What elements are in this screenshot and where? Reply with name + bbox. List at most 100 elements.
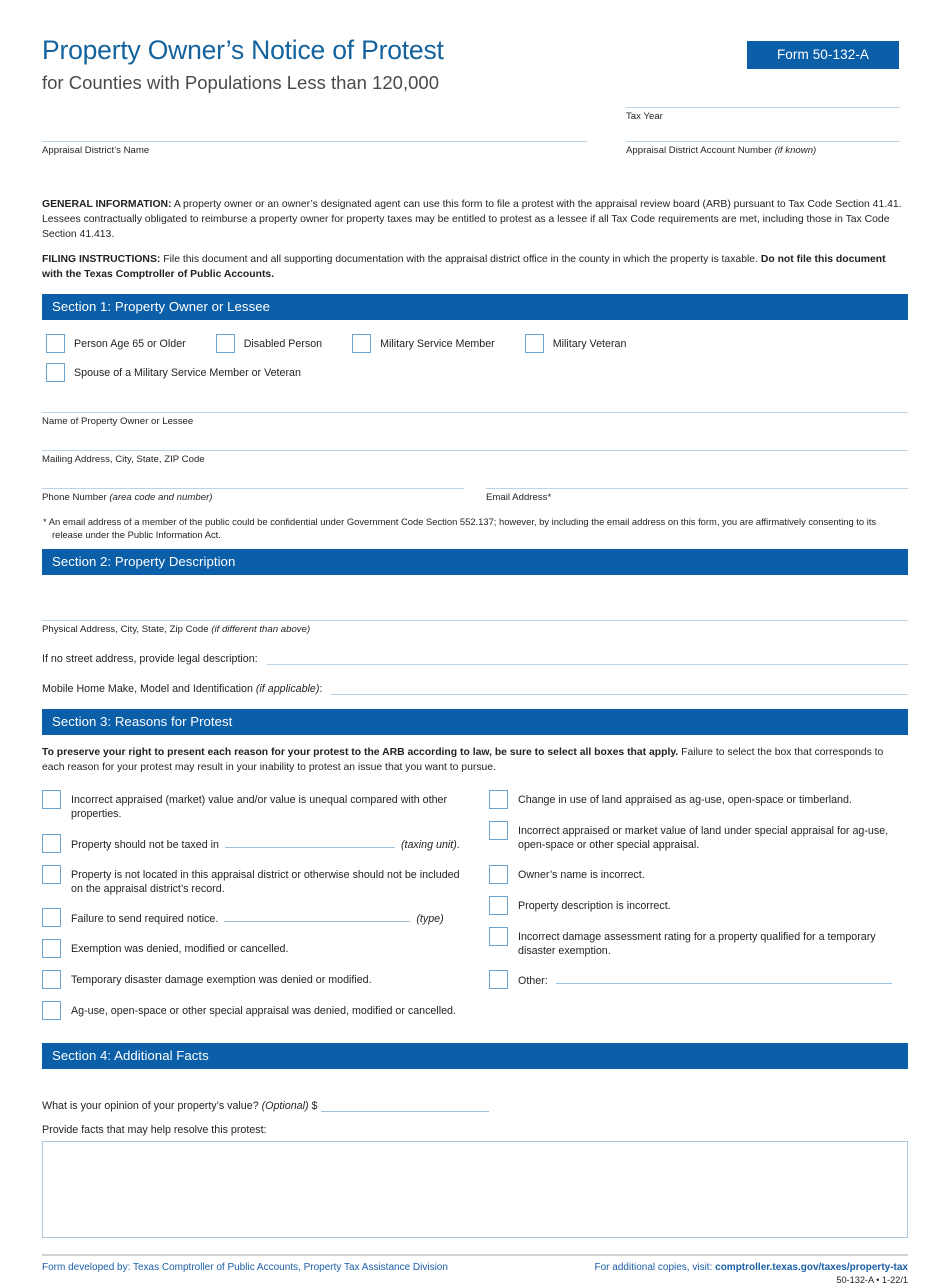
checkbox-icon[interactable] bbox=[42, 1001, 61, 1021]
other-reason-input-line[interactable] bbox=[555, 973, 892, 985]
reason-label-text: Property should not be taxed in bbox=[71, 838, 219, 851]
reason-failure-to-send-notice[interactable]: Failure to send required notice. (type) bbox=[42, 908, 461, 928]
checkbox-icon[interactable] bbox=[42, 908, 61, 928]
form-number-badge: Form 50-132-A bbox=[747, 41, 899, 69]
phone-number-field[interactable]: Phone Number (area code and number) bbox=[42, 487, 464, 503]
account-number-label-italic: (if known) bbox=[774, 145, 817, 156]
mobile-home-label: Mobile Home Make, Model and Identificati… bbox=[42, 683, 322, 695]
owner-name-field[interactable]: Name of Property Owner or Lessee bbox=[42, 411, 908, 427]
reason-label: Property description is incorrect. bbox=[518, 899, 671, 912]
reason-label: Other: bbox=[518, 970, 892, 988]
checkbox-icon[interactable] bbox=[524, 333, 544, 353]
checkbox-icon[interactable] bbox=[46, 333, 65, 353]
checkbox-label: Disabled Person bbox=[243, 337, 323, 350]
checkbox-military-veteran[interactable]: Military Veteran bbox=[524, 333, 627, 353]
checkbox-icon[interactable] bbox=[489, 864, 508, 884]
reason-incorrect-value-special-appraisal[interactable]: Incorrect appraised or market value of l… bbox=[489, 820, 908, 853]
checkbox-icon[interactable] bbox=[489, 820, 508, 840]
checkbox-icon[interactable] bbox=[42, 833, 61, 853]
section-3-header: Section 3: Reasons for Protest bbox=[42, 709, 908, 736]
filing-instructions-label: FILING INSTRUCTIONS: bbox=[42, 254, 161, 266]
checkbox-icon[interactable] bbox=[489, 970, 508, 990]
mobile-home-input-line[interactable] bbox=[331, 682, 908, 696]
reason-label: Property is not located in this appraisa… bbox=[71, 868, 460, 895]
reason-incorrect-damage-assessment-rating[interactable]: Incorrect damage assessment rating for a… bbox=[489, 926, 908, 959]
reason-temporary-disaster-exemption-denied[interactable]: Temporary disaster damage exemption was … bbox=[42, 970, 461, 990]
mobile-home-label-italic: (if applicable) bbox=[255, 683, 320, 696]
checkbox-icon[interactable] bbox=[42, 939, 61, 959]
checkbox-military-service-member[interactable]: Military Service Member bbox=[352, 333, 495, 353]
reason-exemption-denied[interactable]: Exemption was denied, modified or cancel… bbox=[42, 939, 461, 959]
checkbox-icon[interactable] bbox=[46, 362, 65, 382]
mailing-address-field[interactable]: Mailing Address, City, State, ZIP Code bbox=[42, 449, 908, 465]
checkbox-icon[interactable] bbox=[489, 895, 508, 915]
mobile-home-label-text: Mobile Home Make, Model and Identificati… bbox=[42, 683, 256, 696]
checkbox-label: Military Veteran bbox=[552, 337, 627, 350]
checkbox-icon[interactable] bbox=[215, 333, 235, 353]
reason-label: Temporary disaster damage exemption was … bbox=[71, 974, 372, 987]
section-3-reason-columns: Incorrect appraised (market) value and/o… bbox=[42, 789, 908, 1033]
property-value-opinion-label: What is your opinion of your property’s … bbox=[42, 1100, 317, 1112]
contact-fields-row: Phone Number (area code and number) Emai… bbox=[42, 487, 908, 503]
reason-incorrect-appraised-value[interactable]: Incorrect appraised (market) value and/o… bbox=[42, 789, 461, 822]
reason-other[interactable]: Other: bbox=[489, 970, 908, 990]
taxing-unit-input-line[interactable] bbox=[224, 837, 395, 848]
checkbox-icon[interactable] bbox=[489, 789, 508, 809]
reason-label-text: Failure to send required notice. bbox=[71, 913, 219, 926]
reason-label-italic: (type) bbox=[416, 913, 444, 926]
page-header: Property Owner’s Notice of Protest for C… bbox=[42, 0, 908, 112]
property-value-input-line[interactable] bbox=[321, 1100, 490, 1113]
checkbox-label: Military Service Member bbox=[380, 337, 495, 350]
top-fields-group: Tax Year Appraisal District’s Name Appra… bbox=[42, 107, 908, 160]
appraisal-district-name-field[interactable]: Appraisal District’s Name bbox=[42, 141, 587, 156]
checkbox-icon[interactable] bbox=[42, 970, 61, 990]
reason-label: Failure to send required notice. (type) bbox=[71, 908, 444, 926]
account-number-field[interactable]: Appraisal District Account Number (if kn… bbox=[626, 141, 900, 156]
reason-owner-name-incorrect[interactable]: Owner’s name is incorrect. bbox=[489, 864, 908, 884]
provide-facts-textarea[interactable] bbox=[42, 1141, 908, 1239]
tax-year-label: Tax Year bbox=[626, 111, 663, 122]
legal-description-input-line[interactable] bbox=[266, 652, 908, 666]
reason-not-located-in-district[interactable]: Property is not located in this appraisa… bbox=[42, 864, 461, 897]
email-address-label: Email Address* bbox=[486, 491, 552, 503]
reason-property-description-incorrect[interactable]: Property description is incorrect. bbox=[489, 895, 908, 915]
checkbox-icon[interactable] bbox=[489, 926, 508, 946]
legal-description-label: If no street address, provide legal desc… bbox=[42, 653, 258, 666]
property-value-opinion-label-italic: (Optional) bbox=[261, 1100, 309, 1113]
email-address-field[interactable]: Email Address* bbox=[486, 487, 908, 503]
legal-description-field[interactable]: If no street address, provide legal desc… bbox=[42, 652, 908, 666]
physical-address-label: Physical Address, City, State, Zip Code … bbox=[42, 621, 908, 635]
general-information-paragraph: GENERAL INFORMATION: A property owner or… bbox=[42, 198, 908, 242]
reason-ag-use-special-appraisal-denied[interactable]: Ag-use, open-space or other special appr… bbox=[42, 1001, 461, 1021]
section-4-header: Section 4: Additional Facts bbox=[42, 1043, 908, 1070]
account-number-label: Appraisal District Account Number (if kn… bbox=[626, 142, 900, 156]
notice-type-input-line[interactable] bbox=[224, 911, 411, 923]
checkbox-spouse-of-military[interactable]: Spouse of a Military Service Member or V… bbox=[42, 362, 908, 382]
account-number-label-text: Appraisal District Account Number bbox=[626, 145, 775, 156]
reason-label: Exemption was denied, modified or cancel… bbox=[71, 943, 289, 956]
reason-label: Incorrect appraised (market) value and/o… bbox=[71, 793, 448, 821]
checkbox-disabled-person[interactable]: Disabled Person bbox=[215, 333, 323, 353]
phone-number-label-italic: (area code and number) bbox=[109, 491, 213, 503]
tax-year-field[interactable]: Tax Year bbox=[626, 107, 900, 122]
checkbox-icon[interactable] bbox=[42, 864, 61, 884]
footer-url-link[interactable]: comptroller.texas.gov/taxes/property-tax bbox=[715, 1262, 908, 1273]
property-value-currency-symbol: $ bbox=[308, 1100, 318, 1113]
section-3-right-column: Change in use of land appraised as ag-us… bbox=[489, 789, 908, 1033]
email-footnote-line-1: * An email address of a member of the pu… bbox=[43, 515, 877, 527]
checkbox-icon[interactable] bbox=[352, 333, 372, 353]
section-1-fields: Name of Property Owner or Lessee Mailing… bbox=[42, 411, 908, 541]
physical-address-field[interactable]: Physical Address, City, State, Zip Code … bbox=[42, 620, 908, 635]
page-subtitle: for Counties with Populations Less than … bbox=[42, 72, 439, 94]
reason-should-not-be-taxed[interactable]: Property should not be taxed in (taxing u… bbox=[42, 833, 461, 853]
reason-change-in-use-of-land[interactable]: Change in use of land appraised as ag-us… bbox=[489, 789, 908, 809]
phone-number-label-text: Phone Number bbox=[42, 491, 110, 503]
section-3-intro-bold: To preserve your right to present each r… bbox=[42, 747, 679, 759]
form-page: Property Owner’s Notice of Protest for C… bbox=[0, 0, 950, 1285]
property-value-opinion-field[interactable]: What is your opinion of your property’s … bbox=[42, 1100, 908, 1113]
mobile-home-field[interactable]: Mobile Home Make, Model and Identificati… bbox=[42, 682, 908, 696]
section-2-header: Section 2: Property Description bbox=[42, 549, 908, 576]
general-information-text: A property owner or an owner’s designate… bbox=[42, 199, 902, 240]
checkbox-icon[interactable] bbox=[42, 789, 61, 809]
checkbox-person-age-65[interactable]: Person Age 65 or Older bbox=[46, 333, 186, 353]
